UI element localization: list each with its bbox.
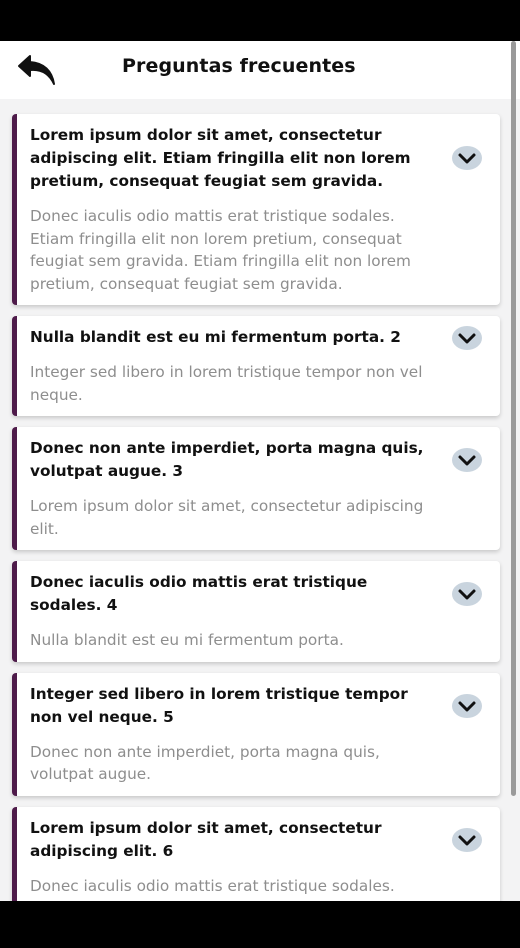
chevron-down-icon [458,153,476,164]
expand-button[interactable] [452,582,482,606]
back-button[interactable] [14,51,60,89]
scrollbar-thumb[interactable] [511,41,516,796]
faq-answer: Donec iaculis odio mattis erat tristique… [30,207,411,293]
header: Preguntas frecuentes [0,41,520,99]
faq-item[interactable]: Nulla blandit est eu mi fermentum porta.… [12,316,500,416]
page-title: Preguntas frecuentes [122,55,356,77]
faq-item[interactable]: Donec iaculis odio mattis erat tristique… [12,561,500,662]
faq-item[interactable]: Lorem ipsum dolor sit amet, consectetur … [12,114,500,305]
faq-item[interactable]: Integer sed libero in lorem tristique te… [12,672,500,796]
faq-answer: Lorem ipsum dolor sit amet, consectetur … [30,497,424,538]
expand-button[interactable] [452,448,482,472]
expand-button[interactable] [452,827,482,852]
chevron-down-icon [458,333,476,344]
status-bar [0,0,520,41]
faq-question: Integer sed libero in lorem tristique te… [30,684,408,726]
back-arrow-icon [18,55,55,85]
expand-button[interactable] [452,326,482,350]
faq-question: Lorem ipsum dolor sit amet, consectetur … [30,126,411,190]
faq-list: Lorem ipsum dolor sit amet, consectetur … [12,114,500,901]
faq-item[interactable]: Donec non ante imperdiet, porta magna qu… [12,427,500,550]
faq-answer: Nulla blandit est eu mi fermentum porta. [30,631,344,649]
expand-button[interactable] [452,146,482,170]
chevron-down-icon [458,701,476,711]
faq-item[interactable]: Lorem ipsum dolor sit amet, consectetur … [12,806,500,901]
chevron-down-icon [458,455,476,466]
faq-answer: Donec non ante imperdiet, porta magna qu… [30,742,380,784]
scrollbar[interactable] [511,41,516,901]
chevron-down-icon [458,835,476,845]
faq-answer: Integer sed libero in lorem tristique te… [30,363,423,404]
chevron-down-icon [458,589,476,600]
faq-answer: Donec iaculis odio mattis erat tristique… [30,876,395,895]
app-screen: Preguntas frecuentes Lorem ipsum dolor s… [0,41,520,901]
expand-button[interactable] [452,693,482,718]
faq-question: Nulla blandit est eu mi fermentum porta.… [30,328,401,346]
faq-question: Donec non ante imperdiet, porta magna qu… [30,439,424,480]
faq-question: Lorem ipsum dolor sit amet, consectetur … [30,818,382,860]
navigation-bar [0,901,520,948]
faq-question: Donec iaculis odio mattis erat tristique… [30,573,368,614]
